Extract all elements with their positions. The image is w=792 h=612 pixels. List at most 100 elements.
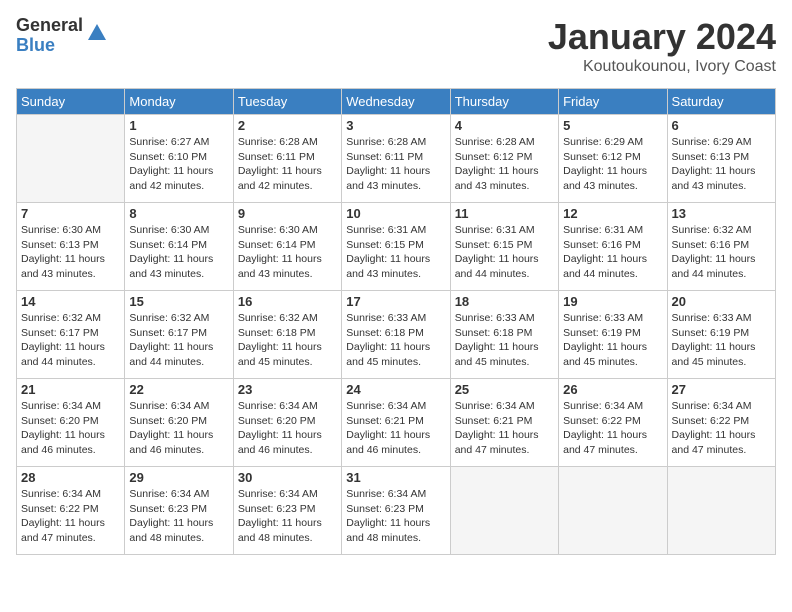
day-info: Sunrise: 6:27 AM Sunset: 6:10 PM Dayligh… — [129, 135, 228, 194]
day-info: Sunrise: 6:34 AM Sunset: 6:21 PM Dayligh… — [455, 399, 554, 458]
calendar-cell: 25 Sunrise: 6:34 AM Sunset: 6:21 PM Dayli… — [450, 379, 558, 467]
calendar-cell: 20 Sunrise: 6:33 AM Sunset: 6:19 PM Dayli… — [667, 291, 775, 379]
calendar-cell: 27 Sunrise: 6:34 AM Sunset: 6:22 PM Dayli… — [667, 379, 775, 467]
calendar-cell: 5Sunrise: 6:29 AM Sunset: 6:12 PM Daylig… — [559, 115, 667, 203]
day-number: 16 — [238, 294, 337, 309]
day-info: Sunrise: 6:34 AM Sunset: 6:23 PM Dayligh… — [129, 487, 228, 546]
weekday-header: Tuesday — [233, 89, 341, 115]
day-number: 20 — [672, 294, 771, 309]
calendar-cell: 11 Sunrise: 6:31 AM Sunset: 6:15 PM Dayli… — [450, 203, 558, 291]
day-info: Sunrise: 6:29 AM Sunset: 6:12 PM Dayligh… — [563, 135, 662, 194]
logo: General Blue — [16, 16, 108, 56]
logo-blue-text: Blue — [16, 36, 83, 56]
calendar-cell: 19Sunrise: 6:33 AM Sunset: 6:19 PM Dayli… — [559, 291, 667, 379]
logo-general-text: General — [16, 16, 83, 36]
day-number: 21 — [21, 382, 120, 397]
day-info: Sunrise: 6:32 AM Sunset: 6:17 PM Dayligh… — [129, 311, 228, 370]
day-number: 15 — [129, 294, 228, 309]
weekday-header: Wednesday — [342, 89, 450, 115]
day-number: 10 — [346, 206, 445, 221]
day-info: Sunrise: 6:34 AM Sunset: 6:23 PM Dayligh… — [238, 487, 337, 546]
day-number: 19 — [563, 294, 662, 309]
weekday-header: Friday — [559, 89, 667, 115]
calendar-cell: 21 Sunrise: 6:34 AM Sunset: 6:20 PM Dayli… — [17, 379, 125, 467]
day-number: 11 — [455, 206, 554, 221]
day-info: Sunrise: 6:31 AM Sunset: 6:15 PM Dayligh… — [346, 223, 445, 282]
day-number: 3 — [346, 118, 445, 133]
day-number: 1 — [129, 118, 228, 133]
calendar-week-row: 1 Sunrise: 6:27 AM Sunset: 6:10 PM Daylig… — [17, 115, 776, 203]
day-number: 25 — [455, 382, 554, 397]
day-info: Sunrise: 6:31 AM Sunset: 6:15 PM Dayligh… — [455, 223, 554, 282]
day-info: Sunrise: 6:32 AM Sunset: 6:16 PM Dayligh… — [672, 223, 771, 282]
calendar-cell: 24 Sunrise: 6:34 AM Sunset: 6:21 PM Dayli… — [342, 379, 450, 467]
calendar-cell: 23 Sunrise: 6:34 AM Sunset: 6:20 PM Dayli… — [233, 379, 341, 467]
calendar-cell — [450, 467, 558, 555]
calendar-cell: 2 Sunrise: 6:28 AM Sunset: 6:11 PM Daylig… — [233, 115, 341, 203]
day-number: 12 — [563, 206, 662, 221]
calendar-cell: 7Sunrise: 6:30 AM Sunset: 6:13 PM Daylig… — [17, 203, 125, 291]
day-info: Sunrise: 6:34 AM Sunset: 6:22 PM Dayligh… — [672, 399, 771, 458]
day-number: 29 — [129, 470, 228, 485]
calendar-cell: 18 Sunrise: 6:33 AM Sunset: 6:18 PM Dayli… — [450, 291, 558, 379]
day-info: Sunrise: 6:34 AM Sunset: 6:20 PM Dayligh… — [238, 399, 337, 458]
page-header: General Blue January 2024 Koutoukounou, … — [16, 16, 776, 76]
calendar-cell: 3Sunrise: 6:28 AM Sunset: 6:11 PM Daylig… — [342, 115, 450, 203]
day-info: Sunrise: 6:33 AM Sunset: 6:18 PM Dayligh… — [455, 311, 554, 370]
day-number: 6 — [672, 118, 771, 133]
day-info: Sunrise: 6:34 AM Sunset: 6:20 PM Dayligh… — [129, 399, 228, 458]
calendar-cell: 14Sunrise: 6:32 AM Sunset: 6:17 PM Dayli… — [17, 291, 125, 379]
day-info: Sunrise: 6:31 AM Sunset: 6:16 PM Dayligh… — [563, 223, 662, 282]
calendar-cell: 28 Sunrise: 6:34 AM Sunset: 6:22 PM Dayli… — [17, 467, 125, 555]
calendar-cell: 4 Sunrise: 6:28 AM Sunset: 6:12 PM Daylig… — [450, 115, 558, 203]
location-subtitle: Koutoukounou, Ivory Coast — [548, 58, 776, 76]
weekday-header: Sunday — [17, 89, 125, 115]
day-number: 4 — [455, 118, 554, 133]
logo-icon — [86, 22, 108, 44]
day-number: 13 — [672, 206, 771, 221]
calendar-week-row: 7Sunrise: 6:30 AM Sunset: 6:13 PM Daylig… — [17, 203, 776, 291]
calendar-cell — [559, 467, 667, 555]
day-info: Sunrise: 6:28 AM Sunset: 6:12 PM Dayligh… — [455, 135, 554, 194]
calendar-cell: 8Sunrise: 6:30 AM Sunset: 6:14 PM Daylig… — [125, 203, 233, 291]
day-info: Sunrise: 6:32 AM Sunset: 6:17 PM Dayligh… — [21, 311, 120, 370]
calendar-cell: 22 Sunrise: 6:34 AM Sunset: 6:20 PM Dayli… — [125, 379, 233, 467]
calendar-cell: 1 Sunrise: 6:27 AM Sunset: 6:10 PM Daylig… — [125, 115, 233, 203]
day-info: Sunrise: 6:29 AM Sunset: 6:13 PM Dayligh… — [672, 135, 771, 194]
calendar-cell: 6 Sunrise: 6:29 AM Sunset: 6:13 PM Daylig… — [667, 115, 775, 203]
day-number: 18 — [455, 294, 554, 309]
calendar-week-row: 21 Sunrise: 6:34 AM Sunset: 6:20 PM Dayli… — [17, 379, 776, 467]
calendar-cell: 30 Sunrise: 6:34 AM Sunset: 6:23 PM Dayli… — [233, 467, 341, 555]
day-number: 9 — [238, 206, 337, 221]
weekday-header: Saturday — [667, 89, 775, 115]
day-info: Sunrise: 6:34 AM Sunset: 6:21 PM Dayligh… — [346, 399, 445, 458]
day-info: Sunrise: 6:32 AM Sunset: 6:18 PM Dayligh… — [238, 311, 337, 370]
month-title: January 2024 — [548, 16, 776, 58]
day-info: Sunrise: 6:30 AM Sunset: 6:14 PM Dayligh… — [129, 223, 228, 282]
calendar-cell: 31 Sunrise: 6:34 AM Sunset: 6:23 PM Dayli… — [342, 467, 450, 555]
day-number: 24 — [346, 382, 445, 397]
day-number: 28 — [21, 470, 120, 485]
day-number: 30 — [238, 470, 337, 485]
weekday-header: Thursday — [450, 89, 558, 115]
day-number: 17 — [346, 294, 445, 309]
calendar-header-row: SundayMondayTuesdayWednesdayThursdayFrid… — [17, 89, 776, 115]
day-number: 26 — [563, 382, 662, 397]
day-info: Sunrise: 6:34 AM Sunset: 6:22 PM Dayligh… — [21, 487, 120, 546]
day-info: Sunrise: 6:33 AM Sunset: 6:18 PM Dayligh… — [346, 311, 445, 370]
day-number: 2 — [238, 118, 337, 133]
calendar-cell: 10 Sunrise: 6:31 AM Sunset: 6:15 PM Dayli… — [342, 203, 450, 291]
title-block: January 2024 Koutoukounou, Ivory Coast — [548, 16, 776, 76]
day-info: Sunrise: 6:34 AM Sunset: 6:20 PM Dayligh… — [21, 399, 120, 458]
calendar-cell: 12 Sunrise: 6:31 AM Sunset: 6:16 PM Dayli… — [559, 203, 667, 291]
calendar-cell: 16 Sunrise: 6:32 AM Sunset: 6:18 PM Dayli… — [233, 291, 341, 379]
day-number: 22 — [129, 382, 228, 397]
calendar-table: SundayMondayTuesdayWednesdayThursdayFrid… — [16, 88, 776, 555]
day-number: 27 — [672, 382, 771, 397]
day-number: 23 — [238, 382, 337, 397]
day-info: Sunrise: 6:30 AM Sunset: 6:14 PM Dayligh… — [238, 223, 337, 282]
day-info: Sunrise: 6:34 AM Sunset: 6:23 PM Dayligh… — [346, 487, 445, 546]
day-number: 31 — [346, 470, 445, 485]
day-info: Sunrise: 6:28 AM Sunset: 6:11 PM Dayligh… — [238, 135, 337, 194]
day-info: Sunrise: 6:33 AM Sunset: 6:19 PM Dayligh… — [672, 311, 771, 370]
